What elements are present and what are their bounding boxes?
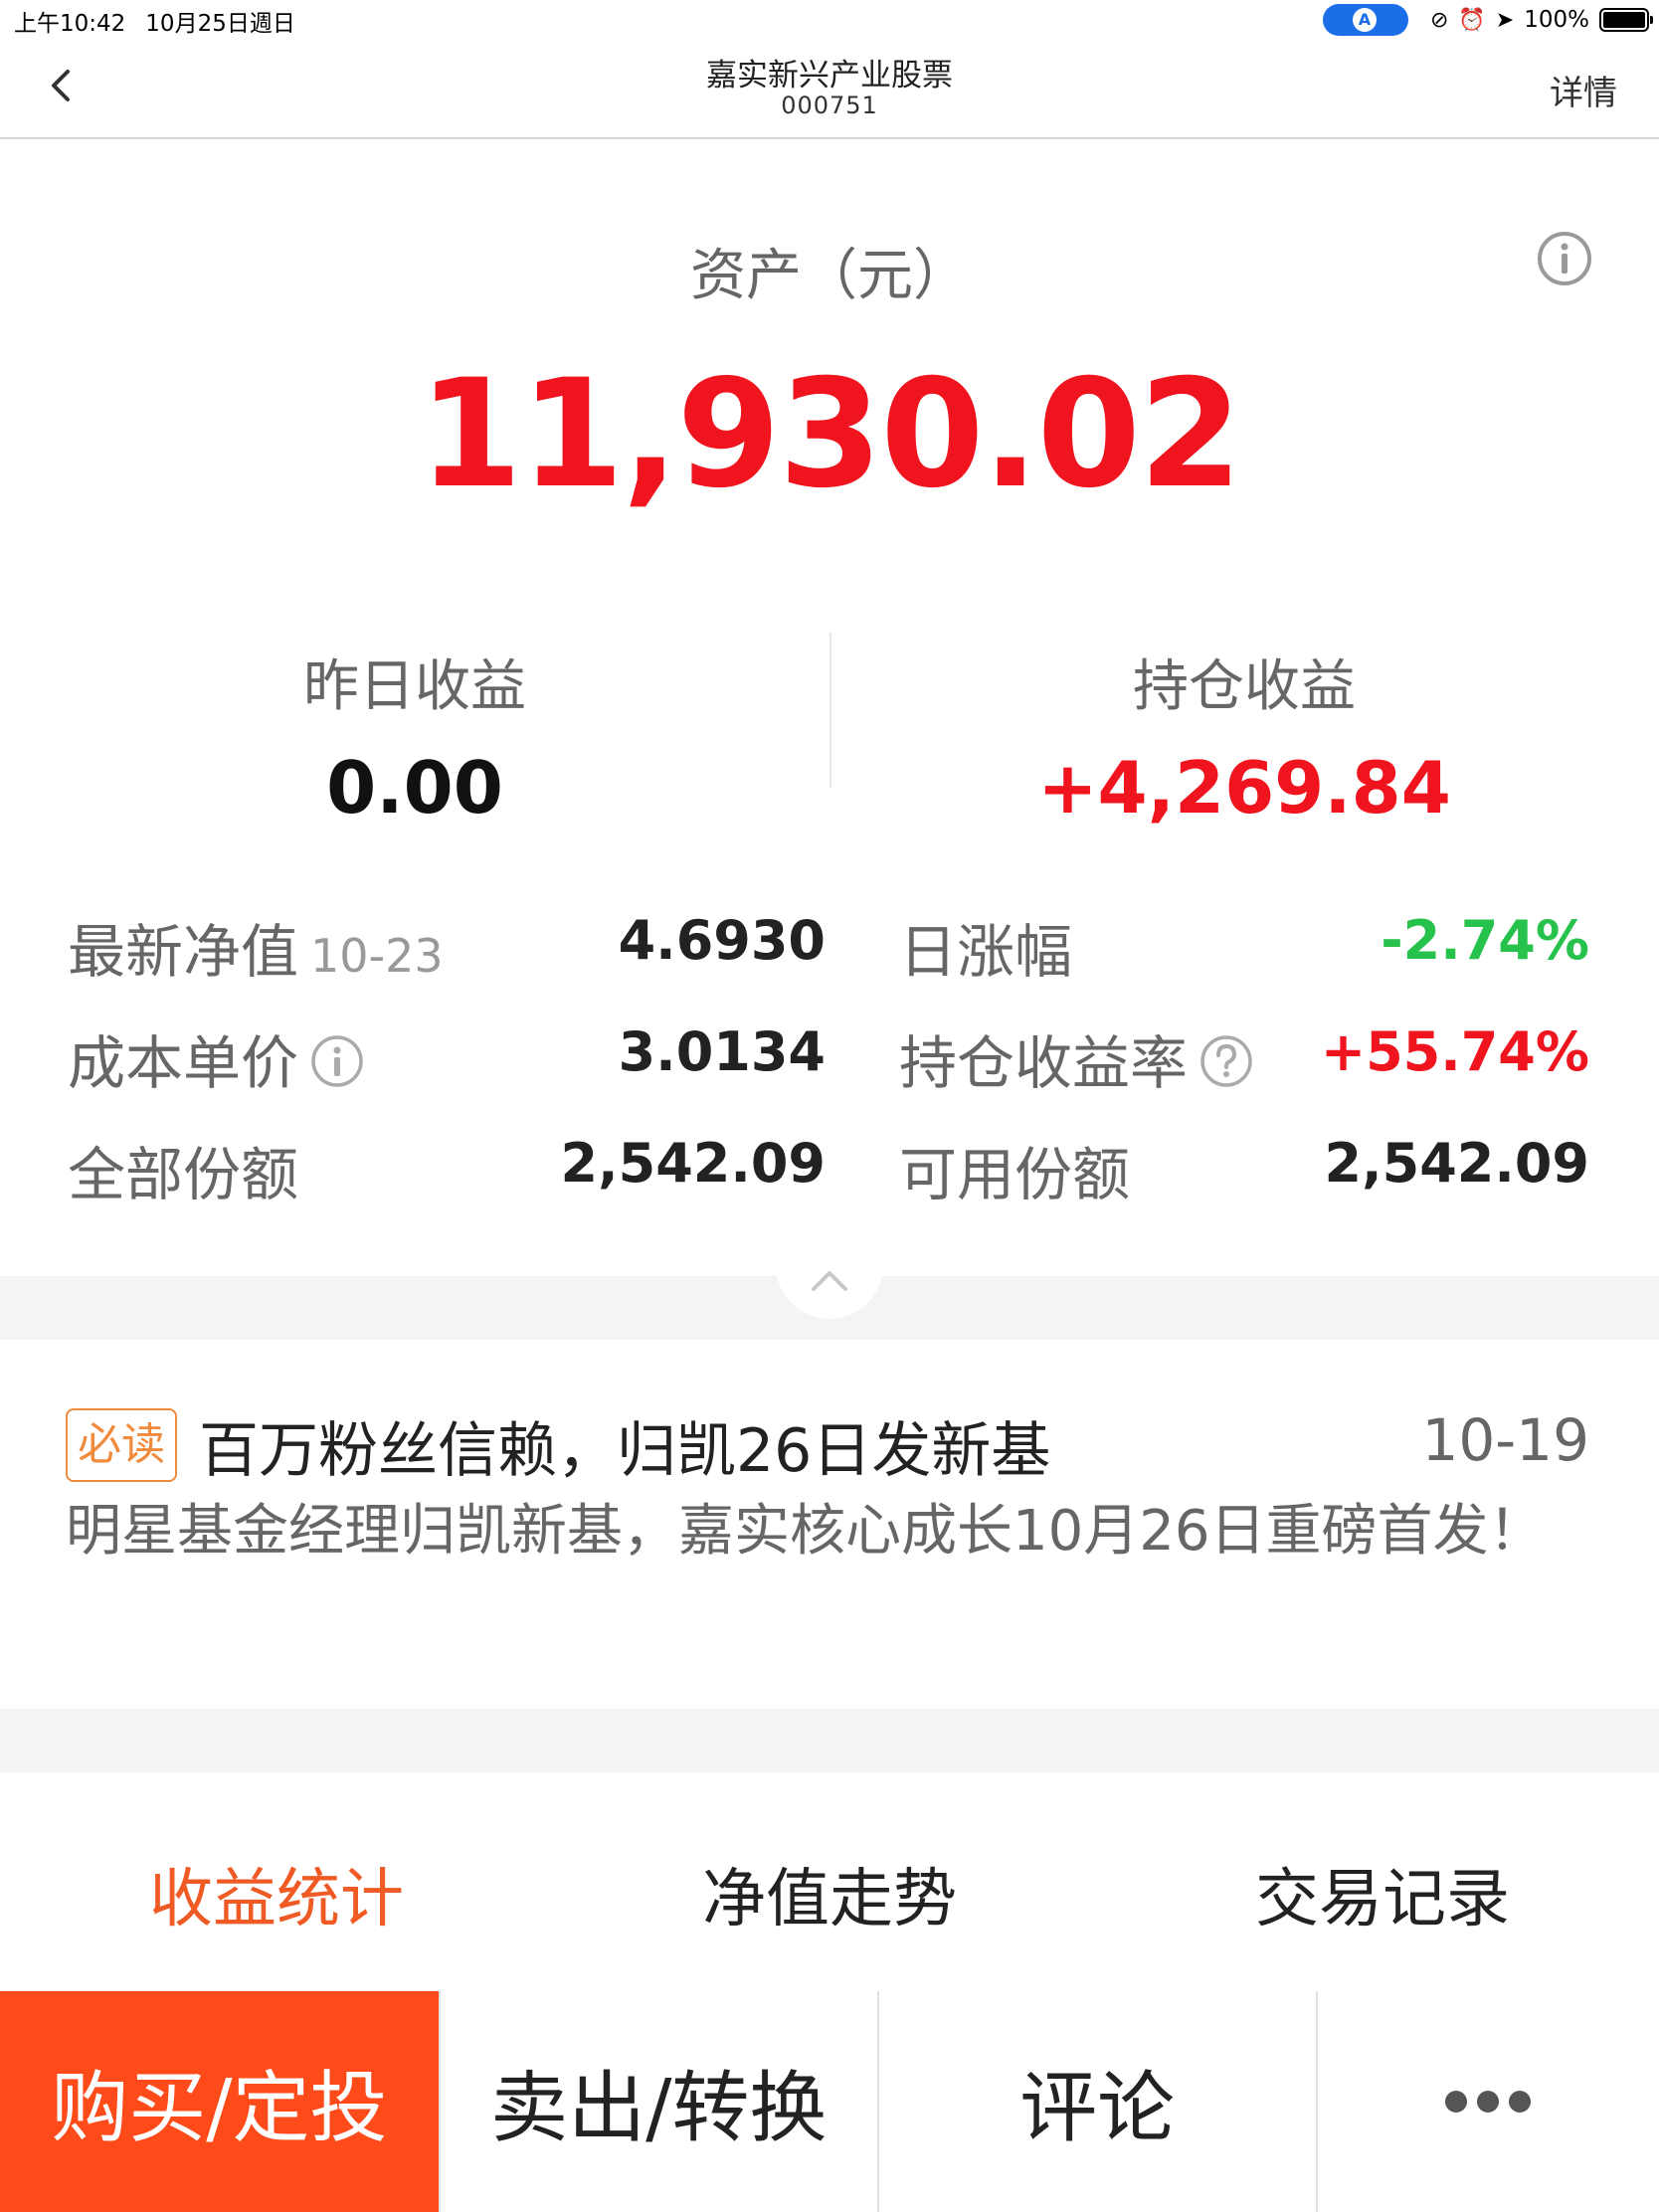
latest-nav-date: 10-23: [310, 929, 444, 983]
location-arrow-icon: ➤: [1495, 7, 1515, 33]
help-icon[interactable]: [1199, 1034, 1253, 1088]
yesterday-profit-value: 0.00: [326, 746, 503, 830]
more-dots-icon: [1445, 2091, 1532, 2113]
status-bar: 上午10:42 10月25日週日 A ⊘ ⏰ ➤ 100%: [0, 0, 1659, 40]
cost-price-value: 3.0134: [618, 1020, 826, 1083]
total-shares-value: 2,542.09: [560, 1132, 826, 1195]
chevron-up-icon: [812, 1271, 847, 1291]
detail-button[interactable]: 详情: [1550, 66, 1617, 114]
battery-percent: 100%: [1524, 7, 1589, 33]
news-body[interactable]: 明星基金经理归凯新基，嘉实核心成长10月26日重磅首发！: [66, 1492, 1617, 1571]
total-shares-label: 全部份额: [68, 1141, 299, 1208]
holding-rate-label-group: 持仓收益率: [899, 1016, 1253, 1100]
holding-profit-value: +4,269.84: [1037, 746, 1451, 830]
tab-profit-stats[interactable]: 收益统计: [0, 1848, 553, 1939]
tab-transactions[interactable]: 交易记录: [1106, 1848, 1659, 1939]
nav-bar: 嘉实新兴产业股票 000751 详情: [0, 40, 1659, 139]
fund-code: 000751: [781, 92, 878, 119]
holding-rate-label: 持仓收益率: [899, 1029, 1189, 1097]
available-shares-label: 可用份额: [899, 1141, 1131, 1208]
cost-price-label: 成本单价: [68, 1029, 299, 1097]
cost-price-label-group: 成本单价: [68, 1016, 364, 1100]
fund-name: 嘉实新兴产业股票: [706, 58, 953, 93]
latest-nav-label-group: 最新净值 10-23: [68, 905, 444, 989]
news-date: 10-19: [1421, 1406, 1589, 1474]
sell-button[interactable]: 卖出/转换: [438, 1991, 877, 2212]
news-title[interactable]: 百万粉丝信赖，归凯26日发新基: [199, 1402, 1050, 1489]
bottom-action-bar: 购买/定投 卖出/转换 评论: [0, 1991, 1659, 2212]
asset-label: 资产（元）: [690, 244, 969, 308]
section-separator: [0, 1709, 1659, 1772]
asset-value: 11,930.02: [418, 348, 1243, 521]
must-read-badge: 必读: [66, 1408, 177, 1482]
available-shares-value: 2,542.09: [1324, 1132, 1589, 1195]
latest-nav-value: 4.6930: [618, 909, 826, 972]
navigation-pill-icon: A: [1322, 4, 1408, 36]
yesterday-profit-label: 昨日收益: [303, 654, 526, 719]
comment-button[interactable]: 评论: [876, 1991, 1316, 2212]
buy-button[interactable]: 购买/定投: [0, 1991, 439, 2212]
info-icon[interactable]: [1537, 231, 1592, 286]
latest-nav-label: 最新净值: [68, 918, 299, 986]
fund-holding-page: 上午10:42 10月25日週日 A ⊘ ⏰ ➤ 100% 嘉实新兴产业股票 00…: [0, 0, 1659, 2212]
link-icon: ⊘: [1429, 7, 1449, 33]
more-button[interactable]: [1315, 1991, 1659, 2212]
status-time: 上午10:42: [14, 11, 126, 37]
battery-icon: [1599, 8, 1653, 32]
daily-change-label: 日涨幅: [899, 918, 1073, 986]
alarm-icon: ⏰: [1458, 7, 1486, 33]
daily-change-value: -2.74%: [1381, 909, 1589, 972]
cost-info-icon[interactable]: [310, 1034, 364, 1088]
holding-profit-label: 持仓收益: [1133, 654, 1356, 719]
status-date: 10月25日週日: [145, 11, 295, 37]
holding-rate-value: +55.74%: [1320, 1020, 1589, 1083]
tab-nav-trend[interactable]: 净值走势: [553, 1848, 1106, 1939]
